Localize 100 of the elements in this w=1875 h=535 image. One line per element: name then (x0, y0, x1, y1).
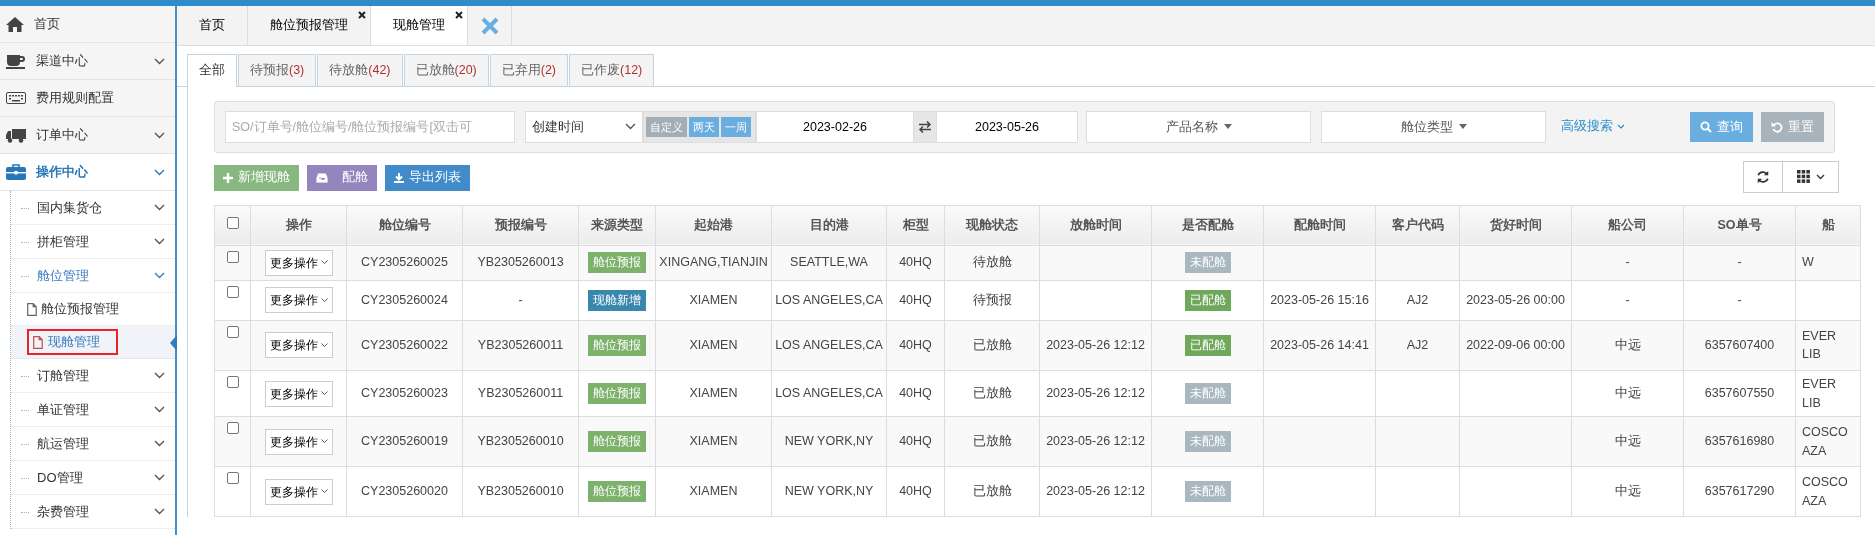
table-cell: CY2305260024 (346, 280, 463, 321)
table-cell: - (1683, 280, 1796, 321)
column-header: 目的港 (771, 205, 887, 246)
table-cell: - (462, 280, 579, 321)
columns-button[interactable] (1783, 160, 1839, 193)
chevron-down-icon (625, 123, 636, 131)
chevron-down-icon (154, 474, 165, 481)
more-actions-dropdown[interactable]: 更多操作 (264, 428, 333, 455)
table-cell: 40HQ (886, 245, 945, 281)
sidebar-item[interactable]: 首页 (0, 6, 175, 43)
sidebar-item[interactable]: 舱位管理 (11, 259, 175, 293)
sidebar-item[interactable]: DO管理 (11, 461, 175, 495)
table-cell: 40HQ (886, 466, 945, 517)
checkbox[interactable] (226, 216, 239, 229)
date-from-field[interactable]: 2023-02-26 (756, 110, 914, 143)
match-status-tag: 未配舱 (1184, 382, 1231, 405)
page-tab[interactable]: 现舱管理 (371, 6, 468, 45)
table-cell: LOS ANGELES,CA (771, 320, 887, 371)
table-cell: NEW YORK,NY (771, 416, 887, 467)
status-tab[interactable]: 全部 (187, 54, 237, 87)
sidebar-item[interactable]: 订单中心 (0, 117, 175, 154)
grid-icon (1796, 170, 1810, 184)
date-to-field[interactable]: 2023-05-26 (936, 110, 1078, 143)
search-field[interactable]: SO/订单号/舱位编号/舱位预报编号[双击可 (225, 110, 515, 143)
column-header: 舱位编号 (346, 205, 463, 246)
date-type-select[interactable]: 创建时间 (525, 110, 643, 143)
table-cell: 中远 (1571, 416, 1684, 467)
more-actions-dropdown[interactable]: 更多操作 (264, 249, 333, 276)
caret-icon (1815, 173, 1825, 180)
table-cell: LOS ANGELES,CA (771, 280, 887, 321)
table-cell: CY2305260025 (346, 245, 463, 281)
checkbox[interactable] (226, 375, 239, 388)
table-cell: CY2305260019 (346, 416, 463, 467)
column-header: 起始港 (655, 205, 772, 246)
table-cell: 2023-05-26 12:12 (1039, 416, 1152, 467)
download-icon (394, 172, 404, 183)
table-cell: 中远 (1571, 466, 1684, 517)
checkbox[interactable] (226, 285, 239, 298)
status-tab[interactable]: 待放舱(42) (317, 54, 403, 86)
sidebar-item[interactable]: 杂费管理 (11, 495, 175, 529)
status-tab[interactable]: 待预报(3) (238, 54, 317, 86)
table-cell: EVER LIB (1795, 320, 1861, 371)
cabin-type-select[interactable]: 舱位类型 (1321, 110, 1546, 143)
caret-icon (1458, 124, 1467, 130)
table-cell: 40HQ (886, 280, 945, 321)
table-cell: 2023-05-26 00:00 (1459, 280, 1572, 321)
sidebar-item[interactable]: 单证管理 (11, 393, 175, 427)
more-actions-dropdown[interactable]: 更多操作 (264, 380, 333, 407)
chevron-down-icon (154, 57, 165, 65)
more-actions-dropdown[interactable]: 更多操作 (264, 287, 333, 314)
plus-icon (223, 172, 233, 183)
source-tag: 舱位预报 (588, 252, 646, 274)
table-cell: 中远 (1571, 370, 1684, 417)
caret-icon (1223, 124, 1232, 130)
checkbox[interactable] (226, 422, 239, 435)
source-tag: 舱位预报 (588, 334, 646, 356)
checkbox[interactable] (226, 250, 239, 263)
table-cell: 2022-09-06 00:00 (1459, 320, 1572, 371)
column-header: 船公司 (1571, 205, 1684, 246)
status-tab[interactable]: 已作废(12) (569, 54, 655, 86)
match-status-tag: 已配舱 (1184, 334, 1231, 356)
status-tab[interactable]: 已弃用(2) (489, 54, 569, 86)
sidebar-item[interactable]: 航运管理 (11, 427, 175, 461)
table-cell: 40HQ (886, 416, 945, 467)
more-actions-dropdown[interactable]: 更多操作 (264, 478, 333, 505)
table-cell: 2023-05-26 12:12 (1039, 370, 1152, 417)
checkbox[interactable] (226, 472, 239, 485)
table-cell: COSCO AZA (1795, 416, 1861, 467)
table-cell: XIAMEN (655, 466, 772, 517)
table-cell: XIAMEN (655, 416, 772, 467)
sidebar-item[interactable]: 舱位预报管理 (27, 299, 119, 319)
chevron-down-icon (154, 168, 165, 176)
sidebar-item[interactable]: 国内集货仓 (11, 191, 175, 225)
column-header: 操作 (250, 205, 347, 246)
sidebar-item[interactable]: 费用规则配置 (0, 80, 175, 117)
table-cell: 40HQ (886, 320, 945, 371)
chevron-down-icon (154, 440, 165, 447)
checkbox[interactable] (226, 325, 239, 338)
column-header: 配舱时间 (1263, 205, 1376, 246)
chevron-down-icon (154, 272, 165, 279)
sidebar-item[interactable]: 渠道中心 (0, 43, 175, 80)
export-button[interactable]: 导出列表 (385, 164, 470, 191)
sidebar-item[interactable]: 现舱管理 (27, 328, 118, 356)
table-cell: 待预报 (944, 280, 1040, 321)
table-cell: EVER LIB (1795, 370, 1861, 417)
sidebar-item[interactable]: 拼柜管理 (11, 225, 175, 259)
table-cell: SEATTLE,WA (771, 245, 887, 281)
tray-icon (316, 172, 328, 183)
status-tab[interactable]: 已放舱(20) (403, 54, 489, 86)
product-select[interactable]: 产品名称 (1086, 110, 1311, 143)
close-icon (455, 11, 463, 19)
refresh-button[interactable] (1743, 160, 1783, 193)
more-actions-dropdown[interactable]: 更多操作 (264, 332, 333, 359)
table-cell: CY2305260020 (346, 466, 463, 517)
table-cell: YB2305260011 (462, 320, 579, 371)
sidebar-item[interactable]: 订舱管理 (11, 359, 175, 393)
chevron-down-icon (320, 489, 328, 495)
table-cell: CY2305260022 (346, 320, 463, 371)
table-cell: 2023-05-26 15:16 (1263, 280, 1376, 321)
table-cell: YB2305260011 (462, 370, 579, 417)
